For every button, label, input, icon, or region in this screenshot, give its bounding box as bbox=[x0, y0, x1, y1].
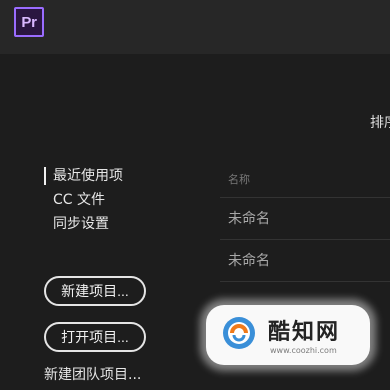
top-bar: Pr bbox=[0, 0, 390, 54]
site-watermark: 酷知网 www.coozhi.com bbox=[206, 305, 370, 365]
recent-project-row[interactable]: 未命名 bbox=[220, 240, 390, 282]
premiere-pro-app-icon: Pr bbox=[14, 7, 44, 37]
start-sidebar: 最近使用项 CC 文件 同步设置 bbox=[44, 164, 194, 236]
name-column-header[interactable]: 名称 bbox=[220, 166, 390, 198]
sidebar-item-sync-settings[interactable]: 同步设置 bbox=[44, 212, 194, 236]
premiere-start-screen: Pr 排序 最近使用项 CC 文件 同步设置 新建项目... 打开项目... 新… bbox=[0, 0, 390, 390]
watermark-url: www.coozhi.com bbox=[270, 346, 337, 355]
new-team-project-link[interactable]: 新建团队项目... bbox=[44, 364, 141, 384]
recent-projects-list: 名称 未命名 未命名 bbox=[220, 166, 390, 282]
sidebar-item-cc-files[interactable]: CC 文件 bbox=[44, 188, 194, 212]
recent-project-row[interactable]: 未命名 bbox=[220, 198, 390, 240]
sort-label[interactable]: 排序 bbox=[370, 112, 390, 132]
sidebar-item-recent[interactable]: 最近使用项 bbox=[44, 164, 194, 188]
new-project-button[interactable]: 新建项目... bbox=[44, 276, 146, 306]
open-project-button[interactable]: 打开项目... bbox=[44, 322, 146, 352]
coozhi-logo-icon bbox=[223, 317, 255, 349]
watermark-name: 酷知网 bbox=[268, 320, 341, 345]
